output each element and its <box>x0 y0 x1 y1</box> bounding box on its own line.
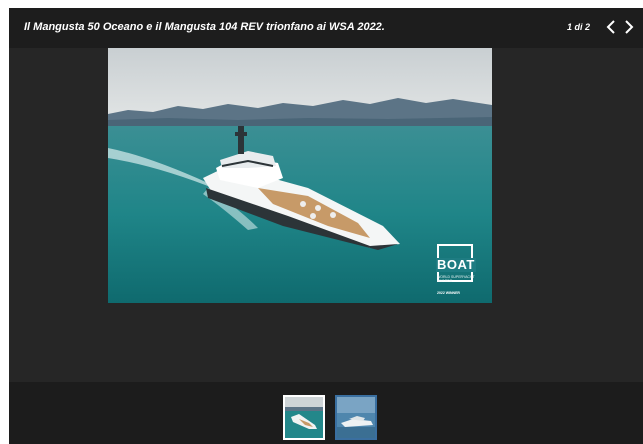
gallery-viewer: Il Mangusta 50 Oceano e il Mangusta 104 … <box>9 8 643 444</box>
thumbnail-2-image <box>337 397 375 438</box>
thumbnail-2[interactable] <box>335 395 377 440</box>
badge-subtitle: World Superyacht Awards <box>437 275 475 283</box>
badge-title: BOAT <box>436 257 476 272</box>
thumbnail-strip <box>9 382 643 444</box>
gallery-caption: Il Mangusta 50 Oceano e il Mangusta 104 … <box>24 21 385 33</box>
boat-award-badge: BOAT World Superyacht Awards 2022 Winner <box>434 244 480 296</box>
badge-year: 2022 Winner <box>437 291 460 295</box>
next-button[interactable] <box>621 17 637 37</box>
chevron-left-icon <box>606 20 615 34</box>
main-image[interactable]: BOAT World Superyacht Awards 2022 Winner <box>108 48 492 303</box>
previous-button[interactable] <box>603 17 619 37</box>
thumbnail-1[interactable] <box>283 395 325 440</box>
image-counter: 1 di 2 <box>567 22 591 32</box>
thumbnail-1-image <box>285 397 323 438</box>
gallery-header: Il Mangusta 50 Oceano e il Mangusta 104 … <box>9 8 643 48</box>
chevron-right-icon <box>625 20 634 34</box>
